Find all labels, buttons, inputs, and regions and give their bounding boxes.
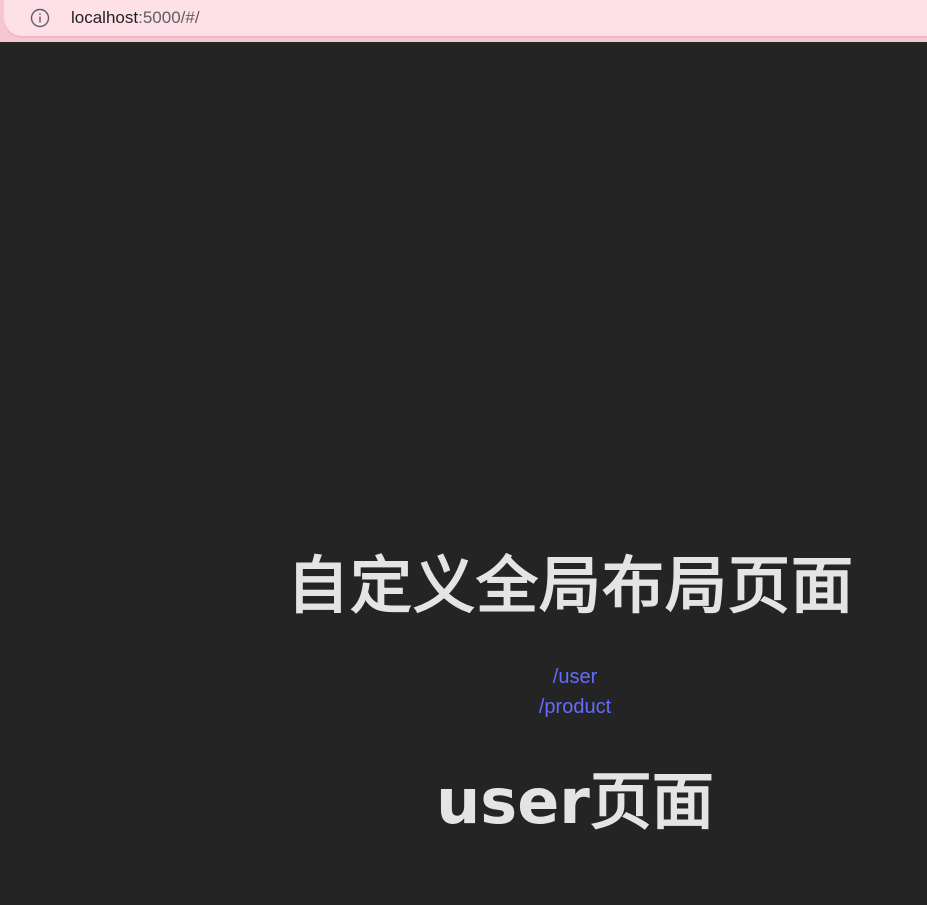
- nav-link-user[interactable]: /user: [375, 662, 775, 692]
- nav-link-product[interactable]: /product: [375, 692, 775, 722]
- url-text[interactable]: localhost:5000/#/: [71, 7, 200, 29]
- url-field[interactable]: localhost:5000/#/: [4, 0, 927, 36]
- url-host: localhost: [71, 8, 139, 27]
- route-nav: /user /product: [375, 662, 775, 722]
- page-title: user页面: [436, 765, 714, 838]
- layout-title: 自定义全局布局页面: [287, 549, 855, 622]
- browser-address-bar: localhost:5000/#/: [0, 0, 927, 42]
- info-icon[interactable]: [30, 8, 50, 28]
- page-content: 自定义全局布局页面 /user /product user页面: [0, 42, 927, 905]
- url-path: :5000/#/: [138, 8, 200, 27]
